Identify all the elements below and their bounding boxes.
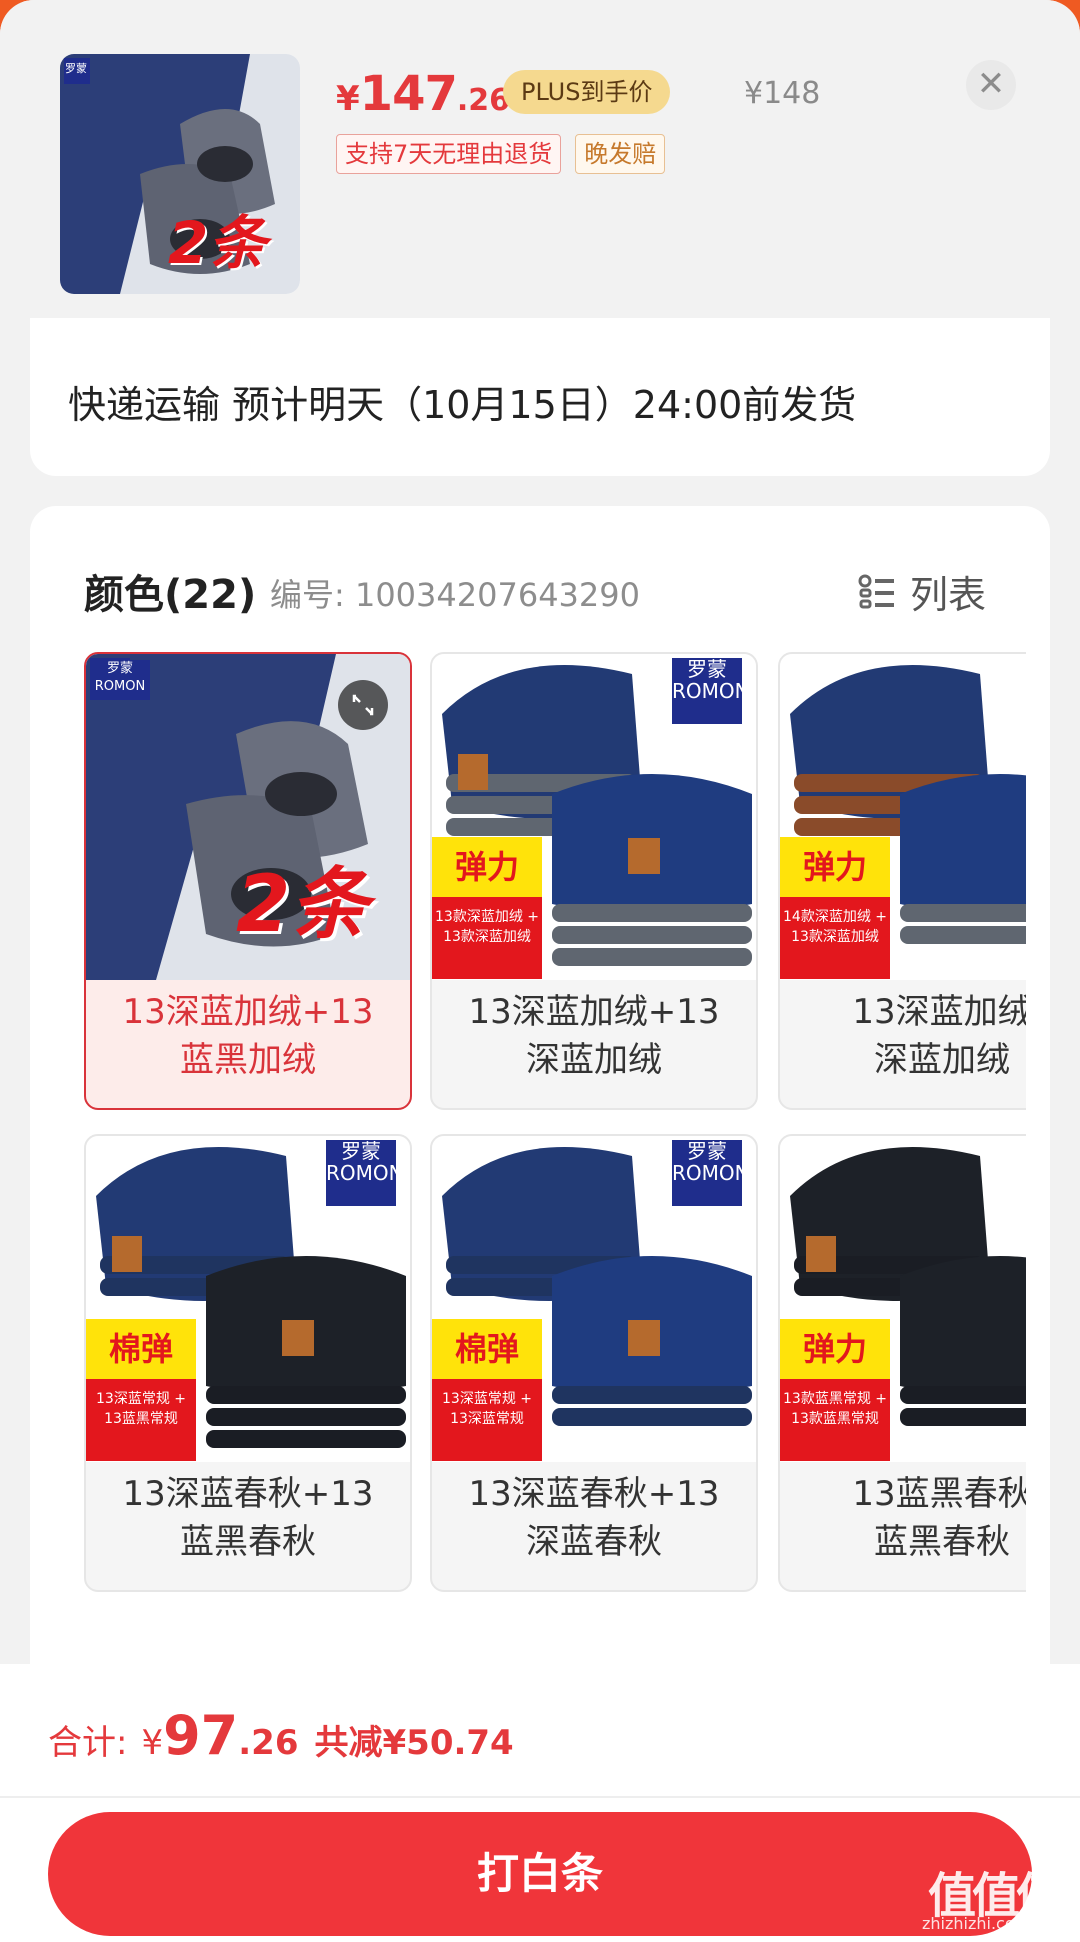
color-option-1[interactable]: 罗蒙 ROMON 2条 13深蓝加绒+13 蓝黑加绒: [84, 652, 412, 1110]
option-badge: 弹力: [780, 1319, 890, 1379]
option-badge: 棉弹: [86, 1319, 196, 1379]
price: ¥ 147 .26: [336, 66, 510, 126]
plus-price-tag: PLUS到手价: [503, 70, 671, 114]
option-image: 罗蒙 ROMON 2条: [86, 654, 410, 980]
color-selector-card: 颜色(22) 编号: 10034207643290 列表 罗蒙 ROMON 2条…: [30, 506, 1050, 1706]
service-tags: 支持7天无理由退货 晚发赔: [336, 134, 666, 174]
option-image: 弹力 13款蓝黑常规 + 13款蓝黑常规: [780, 1136, 1026, 1462]
brand-logo: 罗蒙 ROMON: [672, 1140, 750, 1206]
color-options-grid: 罗蒙 ROMON 2条 13深蓝加绒+13 蓝黑加绒 罗蒙 ROMON 弹力 1…: [84, 652, 1026, 1592]
option-image: 罗蒙 ROMON 棉弹 13深蓝常规 + 13蓝黑常规: [86, 1136, 410, 1462]
option-badge: 弹力: [432, 837, 542, 897]
color-option-5[interactable]: 罗蒙 ROMON 棉弹 13深蓝常规 + 13深蓝常规 13深蓝春秋+13 深蓝春秋: [430, 1134, 758, 1592]
option-label: 13深蓝加绒+13 蓝黑加绒: [122, 992, 374, 1080]
option-sub-badge: 14款深蓝加绒 + 13款深蓝加绒: [780, 897, 890, 979]
color-option-2[interactable]: 罗蒙 ROMON 弹力 13款深蓝加绒 + 13款深蓝加绒 13深蓝加绒+13 深蓝…: [430, 652, 758, 1110]
late-delivery-tag: 晚发赔: [575, 134, 666, 174]
thumb-brand: 罗蒙: [65, 62, 87, 75]
color-section-title: 颜色(22): [84, 572, 257, 618]
thumb-badge: 2条: [168, 209, 267, 277]
list-view-label: 列表: [910, 573, 987, 617]
sku-sheet: 罗蒙 2条 ¥ 147 .26 PLUS到手价 ¥148 ✕ 支持7天无理由退货…: [0, 0, 1080, 1942]
list-view-toggle[interactable]: 列表: [858, 564, 986, 619]
brand-logo: 罗蒙 ROMON: [90, 660, 150, 700]
option-label: 13深蓝加绒+13 深蓝加绒: [468, 992, 720, 1080]
option-badge: 棉弹: [432, 1319, 542, 1379]
product-thumbnail: 罗蒙 2条: [60, 54, 300, 294]
total-label: 合计:: [48, 1723, 128, 1763]
list-icon: [858, 574, 894, 608]
watermark-url: zhizhizhi.com: [922, 1914, 1031, 1933]
sheet-header: 罗蒙 2条 ¥ 147 .26 PLUS到手价 ¥148 ✕ 支持7天无理由退货…: [0, 0, 1080, 330]
close-icon[interactable]: ✕: [966, 60, 1016, 110]
option-badge: 2条: [236, 860, 369, 950]
shipping-estimate: 快递运输 预计明天（10月15日）24:00前发货: [68, 383, 857, 427]
shipping-card: 快递运输 预计明天（10月15日）24:00前发货: [30, 318, 1050, 476]
product-number: 编号: 10034207643290: [270, 576, 640, 614]
baitiao-pay-button[interactable]: 打白条: [48, 1812, 1032, 1936]
option-image: 弹力 14款深蓝加绒 + 13款深蓝加绒: [780, 654, 1026, 980]
option-image: 罗蒙 ROMON 弹力 13款深蓝加绒 + 13款深蓝加绒: [432, 654, 756, 980]
option-label: 13深蓝加绒 深蓝加绒: [852, 992, 1026, 1080]
total-price: 合计: ¥ 97 .26 共减¥50.74: [48, 1704, 514, 1767]
brand-logo: 罗蒙 ROMON: [326, 1140, 404, 1206]
option-label: 13蓝黑春秋 蓝黑春秋: [852, 1474, 1026, 1562]
color-option-6[interactable]: 弹力 13款蓝黑常规 + 13款蓝黑常规 13蓝黑春秋 蓝黑春秋: [778, 1134, 1026, 1592]
option-label: 13深蓝春秋+13 深蓝春秋: [468, 1474, 720, 1562]
option-badge: 弹力: [780, 837, 890, 897]
option-sub-badge: 13款蓝黑常规 + 13款蓝黑常规: [780, 1379, 890, 1461]
option-sub-badge: 13款深蓝加绒 + 13款深蓝加绒: [432, 897, 542, 979]
checkout-footer: 合计: ¥ 97 .26 共减¥50.74 打白条: [0, 1664, 1080, 1942]
color-option-4[interactable]: 罗蒙 ROMON 棉弹 13深蓝常规 + 13蓝黑常规 13深蓝春秋+13 蓝黑春秋: [84, 1134, 412, 1592]
return-policy-tag: 支持7天无理由退货: [336, 134, 562, 174]
color-option-3[interactable]: 弹力 14款深蓝加绒 + 13款深蓝加绒 13深蓝加绒 深蓝加绒: [778, 652, 1026, 1110]
total-currency: ¥: [141, 1723, 164, 1763]
price-currency: ¥: [336, 79, 360, 119]
total-integer: 97: [163, 1704, 239, 1767]
original-price: ¥148: [744, 76, 821, 111]
option-sub-badge: 13深蓝常规 + 13深蓝常规: [432, 1379, 542, 1461]
option-label: 13深蓝春秋+13 蓝黑春秋: [122, 1474, 374, 1562]
option-sub-badge: 13深蓝常规 + 13蓝黑常规: [86, 1379, 196, 1461]
total-decimal: .26: [238, 1723, 299, 1763]
expand-icon[interactable]: [338, 680, 388, 730]
option-image: 罗蒙 ROMON 棉弹 13深蓝常规 + 13深蓝常规: [432, 1136, 756, 1462]
footer-divider: [0, 1796, 1080, 1798]
price-decimal: .26: [456, 83, 511, 118]
total-saving: 共减¥50.74: [314, 1723, 514, 1763]
brand-logo: 罗蒙 ROMON: [672, 658, 750, 724]
price-integer: 147: [359, 66, 458, 122]
